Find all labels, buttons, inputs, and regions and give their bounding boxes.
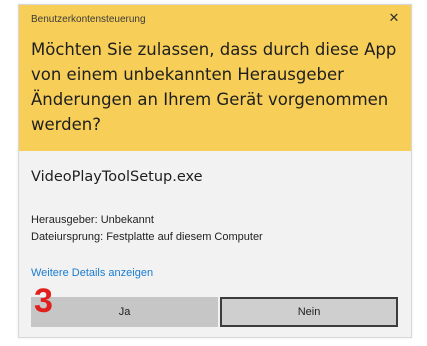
dialog-body: VideoPlayToolSetup.exe Herausgeber: Unbe… [19,151,411,337]
program-name: VideoPlayToolSetup.exe [31,169,203,185]
consent-question: Möchten Sie zulassen, dass durch diese A… [31,40,397,134]
uac-dialog: Benutzerkontensteuerung ✕ Möchten Sie zu… [18,4,412,338]
close-icon: ✕ [388,11,400,26]
step-number-marker: 3 [34,282,53,320]
file-origin-info: Dateiursprung: Festplatte auf diesem Com… [31,231,263,243]
close-button[interactable]: ✕ [383,9,405,29]
no-button[interactable]: Nein [220,297,398,327]
show-details-link[interactable]: Weitere Details anzeigen [31,267,153,279]
dialog-title: Benutzerkontensteuerung [31,14,146,25]
publisher-info: Herausgeber: Unbekannt [31,214,154,226]
yes-button[interactable]: Ja [31,297,218,327]
dialog-header: Benutzerkontensteuerung ✕ Möchten Sie zu… [19,5,411,151]
yes-button-label: Ja [118,306,131,318]
no-button-label: Nein [297,306,321,318]
